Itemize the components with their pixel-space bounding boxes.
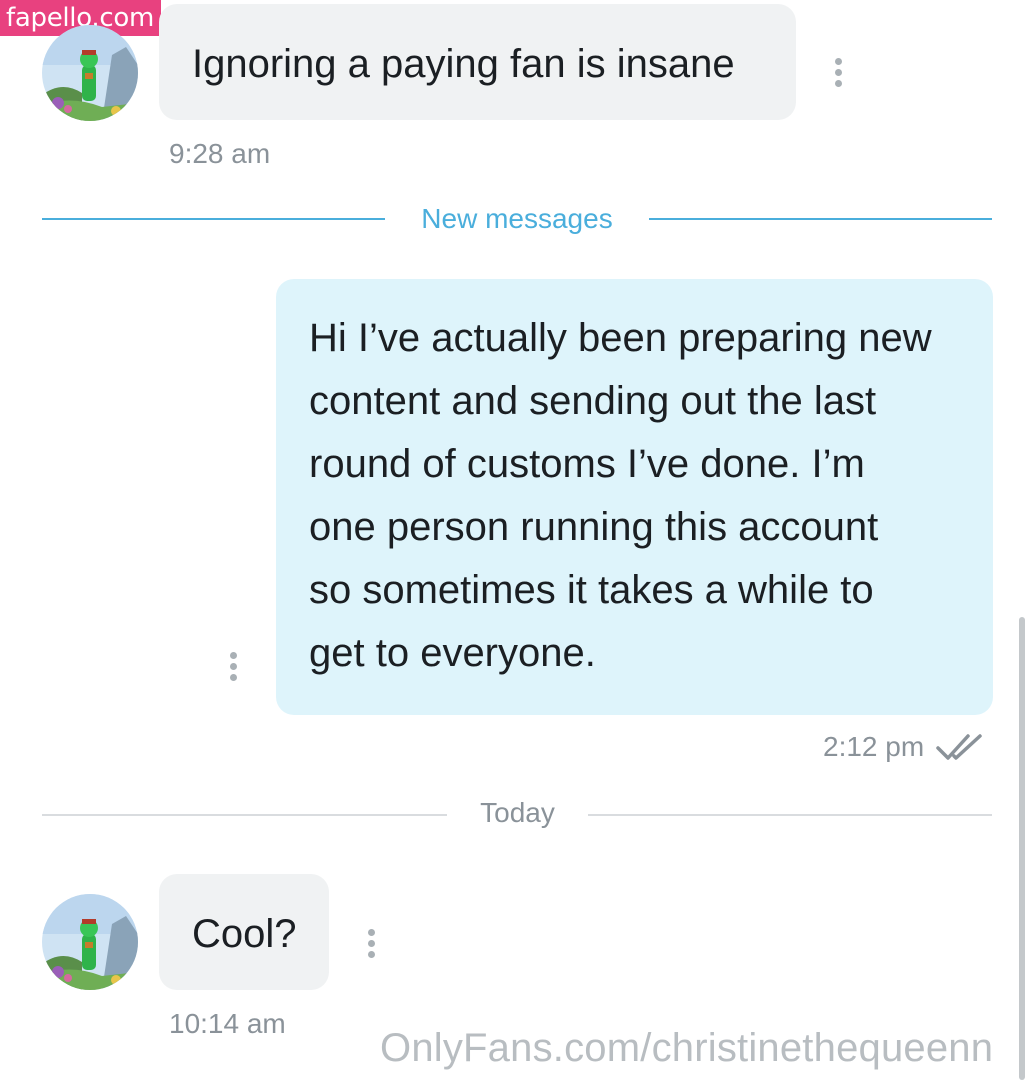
message-time: 10:14 am bbox=[169, 1008, 286, 1039]
message-bubble-incoming[interactable]: Ignoring a paying fan is insane bbox=[159, 4, 796, 120]
divider-line bbox=[649, 218, 992, 220]
avatar-image bbox=[42, 25, 138, 121]
more-vertical-icon[interactable] bbox=[833, 58, 843, 87]
message-text: Ignoring a paying fan is insane bbox=[192, 42, 735, 86]
divider-line bbox=[588, 814, 992, 816]
divider-line bbox=[42, 814, 447, 816]
today-divider: Today bbox=[480, 797, 555, 828]
more-vertical-icon[interactable] bbox=[366, 929, 376, 958]
message-bubble-incoming[interactable]: Cool? bbox=[159, 874, 329, 990]
avatar[interactable] bbox=[42, 894, 138, 990]
divider-line bbox=[42, 218, 385, 220]
message-bubble-outgoing[interactable]: Hi I’ve actually been preparing new cont… bbox=[276, 279, 993, 715]
message-time: 2:12 pm bbox=[823, 731, 925, 762]
message-text: Cool? bbox=[192, 912, 297, 956]
avatar-image bbox=[42, 894, 138, 990]
watermark-footer: OnlyFans.com/christinethequeenn bbox=[380, 1026, 994, 1070]
more-vertical-icon[interactable] bbox=[228, 652, 238, 681]
new-messages-divider: New messages bbox=[421, 203, 613, 234]
message-text: Hi I’ve actually been preparing new cont… bbox=[309, 316, 932, 675]
avatar[interactable] bbox=[42, 25, 138, 121]
scrollbar[interactable] bbox=[1019, 617, 1025, 1080]
message-time: 9:28 am bbox=[169, 138, 271, 169]
double-check-icon bbox=[936, 734, 982, 760]
